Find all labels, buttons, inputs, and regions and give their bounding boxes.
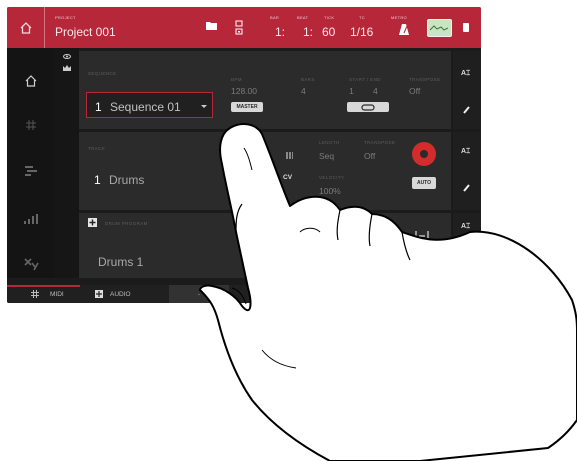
photo-stage: PROJECT Project 001 BAR 1: BEAT 1: TICK … [0, 0, 577, 461]
hand-icon [199, 123, 577, 461]
